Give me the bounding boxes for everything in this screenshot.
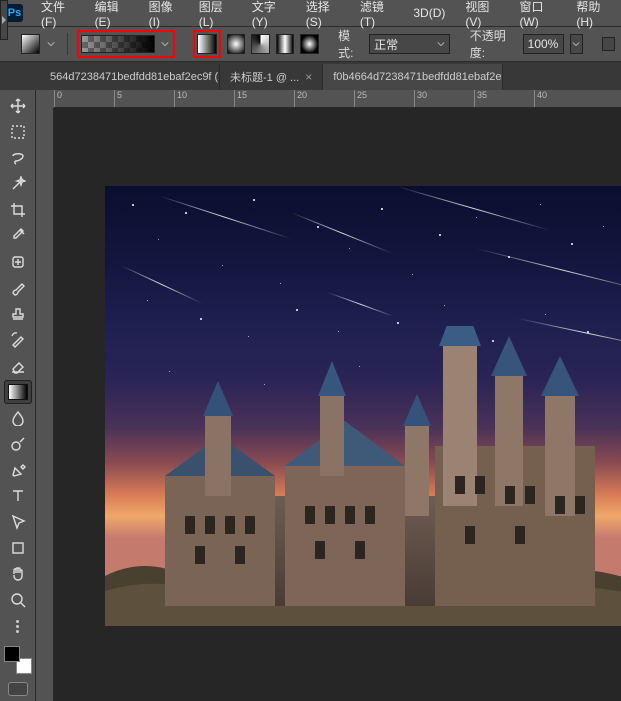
menu-file[interactable]: 文件(F): [31, 0, 85, 33]
gradient-icon: [8, 384, 28, 400]
gradient-type-diamond[interactable]: [300, 34, 318, 54]
brush-tool[interactable]: [4, 276, 32, 300]
tab-label: 未标题-1 @ ...: [230, 69, 299, 85]
more-tools[interactable]: [4, 614, 32, 638]
gradient-type-reflected[interactable]: [276, 34, 294, 54]
tools-panel: [0, 90, 36, 701]
healing-tool[interactable]: [4, 250, 32, 274]
crop-tool[interactable]: [4, 198, 32, 222]
hand-tool[interactable]: [4, 562, 32, 586]
foreground-color[interactable]: [4, 646, 20, 662]
dodge-tool[interactable]: [4, 432, 32, 456]
type-tool[interactable]: [4, 484, 32, 508]
tab-label: 564d7238471bedfdd81ebaf2ec9f (2).psd: [50, 71, 220, 83]
quick-mask-toggle[interactable]: [8, 682, 28, 696]
tab-doc-2[interactable]: 未标题-1 @ ... ×: [220, 64, 323, 90]
tab-doc-1[interactable]: 564d7238471bedfdd81ebaf2ec9f (2).psd ×: [40, 64, 220, 90]
document-tabs: 564d7238471bedfdd81ebaf2ec9f (2).psd × 未…: [0, 62, 621, 90]
blur-tool[interactable]: [4, 406, 32, 430]
color-swatches[interactable]: [4, 646, 32, 674]
move-tool[interactable]: [4, 94, 32, 118]
mode-label: 模式:: [338, 27, 363, 61]
eyedropper-tool[interactable]: [4, 224, 32, 248]
divider: [67, 33, 68, 55]
menu-bar: Ps 文件(F) 编辑(E) 图像(I) 图层(L) 文字(Y) 选择(S) 滤…: [0, 0, 621, 26]
opacity-input[interactable]: 100%: [523, 34, 564, 54]
menu-window[interactable]: 窗口(W): [509, 0, 566, 33]
expand-handle[interactable]: [0, 0, 8, 40]
blend-mode-value: 正常: [374, 36, 398, 53]
shape-tool[interactable]: [4, 536, 32, 560]
zoom-tool[interactable]: [4, 588, 32, 612]
menu-layer[interactable]: 图层(L): [189, 0, 242, 33]
menu-help[interactable]: 帮助(H): [566, 0, 621, 33]
eraser-tool[interactable]: [4, 354, 32, 378]
tab-label: f0b4664d7238471bedfdd81ebaf2ec9f.p: [333, 71, 503, 83]
gradient-type-radial[interactable]: [227, 34, 245, 54]
gradient-type-angle[interactable]: [251, 34, 269, 54]
blend-mode-select[interactable]: 正常: [369, 34, 450, 54]
reverse-checkbox[interactable]: [602, 37, 615, 51]
marquee-tool[interactable]: [4, 120, 32, 144]
gradient-editor-highlight: [77, 30, 175, 58]
path-select-tool[interactable]: [4, 510, 32, 534]
menu-image[interactable]: 图像(I): [139, 0, 189, 33]
opacity-label: 不透明度:: [470, 27, 517, 61]
stamp-tool[interactable]: [4, 302, 32, 326]
menu-3d[interactable]: 3D(D): [403, 2, 455, 24]
ruler-corner: [36, 90, 54, 108]
canvas-area: 0 5 10 15 20 25 30 35 40: [36, 90, 621, 701]
gradient-tool[interactable]: [4, 380, 32, 404]
menu-edit[interactable]: 编辑(E): [85, 0, 139, 33]
menu-type[interactable]: 文字(Y): [242, 0, 296, 33]
opacity-value: 100%: [528, 37, 559, 51]
tab-doc-3[interactable]: f0b4664d7238471bedfdd81ebaf2ec9f.p: [323, 64, 503, 90]
wand-tool[interactable]: [4, 172, 32, 196]
gradient-swatch[interactable]: [81, 35, 155, 53]
tool-preset-swatch[interactable]: [21, 34, 39, 54]
history-brush-tool[interactable]: [4, 328, 32, 352]
ruler-horizontal[interactable]: 0 5 10 15 20 25 30 35 40: [54, 90, 621, 108]
ruler-vertical[interactable]: [36, 108, 54, 701]
pen-tool[interactable]: [4, 458, 32, 482]
tool-preset-dropdown[interactable]: [46, 34, 57, 54]
gradient-type-linear[interactable]: [197, 34, 217, 54]
lasso-tool[interactable]: [4, 146, 32, 170]
document-image[interactable]: [105, 186, 621, 626]
opacity-dropdown[interactable]: [570, 34, 583, 54]
gradient-dropdown[interactable]: [159, 34, 171, 54]
linear-gradient-highlight: [193, 30, 221, 58]
castle-illustration: [105, 326, 621, 626]
app-logo: Ps: [6, 4, 23, 22]
close-icon[interactable]: ×: [305, 70, 312, 84]
